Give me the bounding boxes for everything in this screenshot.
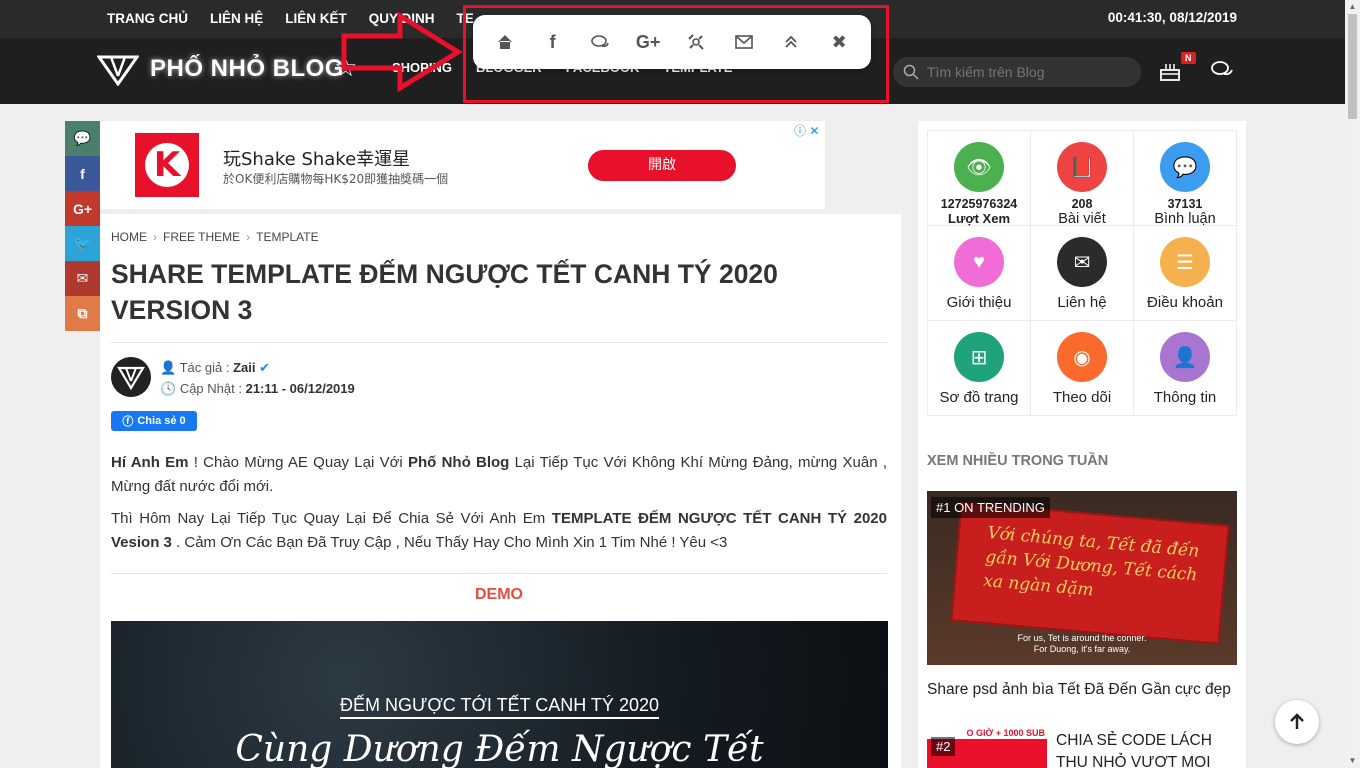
- arrow-up-icon: [1290, 713, 1304, 729]
- stat-follow[interactable]: ◉ Theo dõi: [1031, 321, 1134, 416]
- author-name[interactable]: Zaii: [233, 360, 255, 375]
- ad-subtitle: 於OK便利店購物每HK$20即獲抽獎碼一個: [223, 172, 449, 186]
- top-nav-contact[interactable]: LIÊN HỆ: [199, 0, 274, 38]
- avatar[interactable]: [111, 357, 151, 397]
- verified-icon: ✔: [259, 360, 270, 375]
- side-share-bar: 💬 f G+ 🐦 ✉ ⧉: [65, 121, 100, 331]
- heart-icon: ♥: [954, 237, 1004, 287]
- scrollbar-thumb[interactable]: [1348, 14, 1357, 119]
- envelope-icon: ✉: [1057, 237, 1107, 287]
- author-line: 👤 Tác giả : Zaii ✔: [160, 360, 270, 375]
- stat-sitemap[interactable]: ⊞ Sơ đồ trang: [928, 321, 1031, 416]
- user-icon: 👤: [1160, 332, 1210, 382]
- search-box[interactable]: [893, 57, 1141, 87]
- back-to-top-button[interactable]: [1275, 700, 1319, 744]
- stat-terms[interactable]: ☰ Điều khoản: [1134, 226, 1237, 321]
- ad-logo[interactable]: K: [135, 133, 199, 197]
- search-icon: [903, 64, 919, 80]
- top-nav-home[interactable]: TRANG CHỦ: [96, 0, 199, 38]
- facebook-icon[interactable]: f: [65, 156, 100, 191]
- crumb-free-theme[interactable]: FREE THEME: [163, 230, 240, 244]
- intro-paragraph: Hí Anh Em ! Chào Mừng AE Quay Lại Với Ph…: [111, 454, 887, 495]
- facebook-share-button[interactable]: ⓕ Chia sẻ 0: [111, 411, 197, 431]
- rss-icon: ◉: [1057, 332, 1107, 382]
- divider: [111, 342, 887, 343]
- pointer-arrow: [341, 12, 462, 92]
- stat-contact[interactable]: ✉ Liên hệ: [1031, 226, 1134, 321]
- list-icon: ☰: [1160, 237, 1210, 287]
- search-input[interactable]: [927, 64, 1127, 80]
- mail-icon[interactable]: ✉: [65, 261, 100, 296]
- clock: 00:41:30, 08/12/2019: [1107, 10, 1237, 25]
- demo-heading: ĐẾM NGƯỢC TỚI TẾT CANH TÝ 2020: [111, 695, 888, 719]
- body-paragraph: Thì Hôm Nay Lại Tiếp Tục Quay Lại Để Chi…: [111, 510, 887, 551]
- eye-icon: 👁: [954, 142, 1004, 192]
- comment-icon[interactable]: 💬: [65, 121, 100, 156]
- trending-tag: #1 ON TRENDING: [931, 497, 1050, 518]
- divider: [111, 573, 887, 574]
- demo-image[interactable]: ĐẾM NGƯỢC TỚI TẾT CANH TÝ 2020 Cùng Dươn…: [111, 621, 888, 768]
- trending-tag: #2: [931, 737, 956, 756]
- stat-views[interactable]: 👁 12725976324 Lượt Xem: [928, 131, 1031, 226]
- demo-script-text: Cùng Dương Đếm Ngược Tết: [235, 729, 764, 768]
- ad-info-icon[interactable]: ⓘ ✕: [794, 122, 819, 139]
- ad-banner[interactable]: K 玩Shake Shake幸運星 於OK便利店購物每HK$20即獲抽獎碼一個 …: [100, 121, 825, 209]
- demo-link[interactable]: DEMO: [111, 586, 887, 604]
- sitemap-icon: ⊞: [954, 332, 1004, 382]
- trending-title-2[interactable]: CHIA SẺ CODE LÁCH THU NHỎ VƯỢT MỌI: [1056, 730, 1236, 768]
- crumb-home[interactable]: HOME: [111, 230, 147, 244]
- twitter-icon[interactable]: 🐦: [65, 226, 100, 261]
- stat-comments[interactable]: 💬 37131 Bình luận: [1134, 131, 1237, 227]
- trending-image-1[interactable]: Với chúng ta, Tết đã đến gần Với Dương, …: [927, 491, 1237, 665]
- stat-info[interactable]: 👤 Thông tin: [1134, 321, 1237, 416]
- highlight-box: [463, 5, 889, 103]
- trending-title-1[interactable]: Share psd ảnh bìa Tết Đã Đến Gần cực đẹp: [927, 681, 1231, 699]
- updated-line: 🕓 Cập Nhật : 21:11 - 06/12/2019: [160, 381, 355, 396]
- stat-about[interactable]: ♥ Giới thiệu: [928, 226, 1031, 321]
- birthday-cake-icon[interactable]: [1158, 58, 1182, 82]
- comments-icon: 💬: [1160, 142, 1210, 192]
- article-title: SHARE TEMPLATE ĐẾM NGƯỢC TẾT CANH TÝ 202…: [111, 259, 778, 325]
- scroll-down-icon[interactable]: ▼: [1345, 754, 1360, 768]
- crumb-template[interactable]: TEMPLATE: [256, 230, 318, 244]
- breadcrumb: HOME › FREE THEME › TEMPLATE: [111, 230, 319, 244]
- logo-text[interactable]: PHỐ NHỎ BLOG: [150, 55, 344, 83]
- ad-title[interactable]: 玩Shake Shake幸運星: [223, 145, 410, 171]
- stats-grid: 👁 12725976324 Lượt Xem 📕 208 Bài viết 💬 …: [927, 130, 1237, 416]
- sidebar: 👁 12725976324 Lượt Xem 📕 208 Bài viết 💬 …: [918, 121, 1246, 768]
- ad-open-button[interactable]: 開啟: [588, 150, 736, 181]
- chat-icon[interactable]: [1210, 60, 1234, 80]
- clock-icon: 🕓: [160, 381, 177, 396]
- book-icon: 📕: [1057, 142, 1107, 192]
- logo-mark-icon[interactable]: [97, 54, 139, 86]
- facebook-icon: ⓕ: [122, 416, 134, 428]
- subtitle: For us, Tet is around the conner. For Duo…: [1017, 633, 1147, 654]
- copy-icon[interactable]: ⧉: [65, 296, 100, 331]
- google-plus-icon[interactable]: G+: [65, 191, 100, 226]
- user-icon: 👤: [160, 360, 177, 375]
- scroll-up-icon[interactable]: ▲: [1345, 0, 1360, 14]
- stat-posts[interactable]: 📕 208 Bài viết: [1031, 131, 1134, 227]
- notification-badge: N: [1181, 52, 1196, 64]
- trending-image-2[interactable]: O GIỜ + 1000 SUB #2: [927, 727, 1047, 768]
- sidebar-section-title: XEM NHIỀU TRONG TUẦN: [927, 453, 1109, 469]
- article: HOME › FREE THEME › TEMPLATE SHARE TEMPLATE …: [100, 214, 901, 768]
